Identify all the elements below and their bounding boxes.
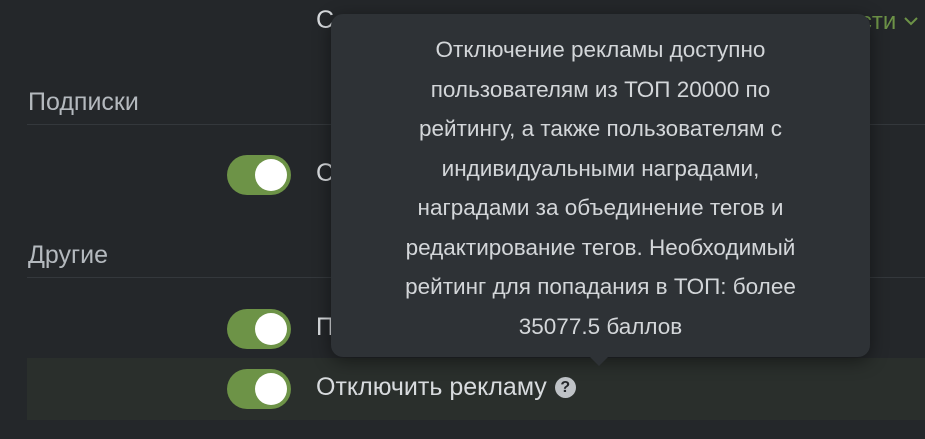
toggle-knob xyxy=(255,373,287,405)
subscription-toggle[interactable] xyxy=(227,155,291,195)
help-icon[interactable]: ? xyxy=(554,377,576,398)
chevron-down-icon xyxy=(904,17,918,26)
tooltip: Отключение рекламы доступно пользователя… xyxy=(331,14,870,357)
section-title-other: Другие xyxy=(28,241,109,269)
disable-ads-toggle[interactable] xyxy=(227,369,291,409)
toggle-knob xyxy=(255,313,287,345)
tooltip-text: Отключение рекламы доступно пользователя… xyxy=(405,37,796,339)
toggle-knob xyxy=(255,159,287,191)
section-title-subscriptions: Подписки xyxy=(28,88,139,116)
tooltip-arrow xyxy=(589,356,609,366)
disable-ads-label: Отключить рекламу xyxy=(316,373,547,401)
other-option-toggle[interactable] xyxy=(227,309,291,349)
disable-ads-row-label: Отключить рекламу? xyxy=(316,373,576,402)
